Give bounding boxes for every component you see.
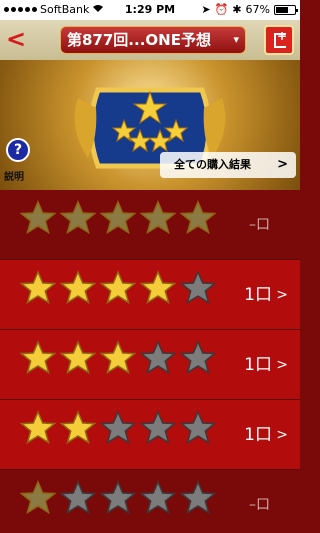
battery-percent: 67% bbox=[245, 3, 270, 16]
star-rating bbox=[20, 340, 216, 376]
nav-bar: < 第877回...ONE予想 ▾ + bbox=[0, 20, 300, 60]
gold-star-icon bbox=[20, 200, 56, 235]
gray-star-icon bbox=[140, 410, 176, 445]
gray-star-icon bbox=[180, 270, 216, 305]
location-icon: ➤ bbox=[201, 3, 211, 16]
status-bar: SoftBank 1:29 PM ➤ ⏰ ✱ 67% bbox=[0, 0, 300, 20]
chevron-right-icon: > bbox=[277, 157, 288, 172]
gray-star-icon bbox=[180, 480, 216, 515]
prize-row: –口 bbox=[0, 470, 300, 533]
gold-star-icon bbox=[180, 200, 216, 235]
chevron-right-icon: > bbox=[276, 287, 288, 303]
gold-star-icon bbox=[20, 340, 56, 375]
help-label: 説明 bbox=[4, 172, 24, 183]
round-selector[interactable]: 第877回...ONE予想 ▾ bbox=[60, 26, 246, 54]
chevron-down-icon: ▾ bbox=[233, 33, 239, 46]
battery-icon bbox=[274, 4, 298, 15]
star-rating bbox=[20, 410, 216, 446]
alarm-icon: ⏰ bbox=[214, 3, 229, 16]
add-note-button[interactable]: + bbox=[264, 25, 294, 55]
gold-star-icon bbox=[20, 410, 56, 445]
gold-star-icon bbox=[20, 480, 56, 515]
gold-star-icon bbox=[100, 270, 136, 305]
gold-star-icon bbox=[60, 340, 96, 375]
gold-star-icon bbox=[100, 340, 136, 375]
star-rating bbox=[20, 200, 216, 236]
gold-star-icon bbox=[60, 200, 96, 235]
prize-row[interactable]: 1口 > bbox=[0, 260, 300, 330]
gray-star-icon bbox=[140, 480, 176, 515]
gold-star-icon bbox=[100, 200, 136, 235]
chevron-right-icon: > bbox=[276, 427, 288, 443]
gold-star-icon bbox=[20, 270, 56, 305]
ticket-count: –口 bbox=[249, 497, 270, 513]
prize-row[interactable]: 1口 > bbox=[0, 400, 300, 470]
prize-row[interactable]: 1口 > bbox=[0, 330, 300, 400]
star-rating bbox=[20, 270, 216, 306]
ticket-count: 1口 bbox=[244, 285, 272, 305]
gold-star-icon bbox=[60, 270, 96, 305]
gold-star-icon bbox=[140, 270, 176, 305]
gray-star-icon bbox=[180, 410, 216, 445]
gray-star-icon bbox=[100, 410, 136, 445]
chevron-right-icon: > bbox=[276, 357, 288, 373]
ticket-count: 1口 bbox=[244, 355, 272, 375]
help-button[interactable]: ? bbox=[6, 138, 30, 162]
gray-star-icon bbox=[100, 480, 136, 515]
back-button[interactable]: < bbox=[6, 24, 26, 54]
star-rating bbox=[20, 480, 216, 516]
gray-star-icon bbox=[60, 480, 96, 515]
gold-star-icon bbox=[140, 200, 176, 235]
status-right: ➤ ⏰ ✱ 67% bbox=[201, 3, 298, 16]
plus-icon: + bbox=[276, 29, 287, 43]
ticket-count: –口 bbox=[249, 217, 270, 233]
gold-star-icon bbox=[60, 410, 96, 445]
banner: ? 説明 全ての購入結果 > bbox=[0, 60, 300, 190]
round-title: 第877回...ONE予想 bbox=[67, 31, 211, 49]
prize-row: –口 bbox=[0, 190, 300, 260]
gray-star-icon bbox=[180, 340, 216, 375]
bluetooth-icon: ✱ bbox=[232, 3, 242, 16]
all-results-button[interactable]: 全ての購入結果 > bbox=[160, 152, 296, 178]
ticket-count: 1口 bbox=[244, 425, 272, 445]
gray-star-icon bbox=[140, 340, 176, 375]
all-results-label: 全ての購入結果 bbox=[174, 158, 251, 171]
